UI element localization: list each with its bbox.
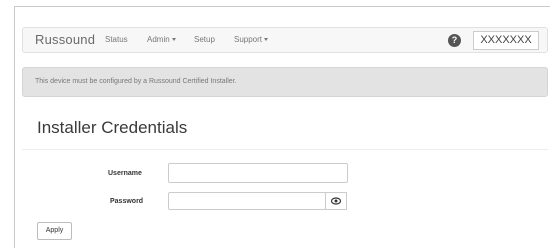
nav-status-label: Status [105,35,128,44]
help-icon[interactable]: ? [448,34,461,47]
nav-admin-dropdown[interactable]: Admin [147,35,176,44]
nav-support-dropdown[interactable]: Support [234,35,269,44]
nav-support-label: Support [234,35,263,44]
password-field[interactable] [168,192,326,210]
nav-setup[interactable]: Setup [194,35,215,44]
nav-setup-label: Setup [194,35,215,44]
page-title: Installer Credentials [37,118,188,137]
chevron-down-icon [171,38,176,42]
divider [22,149,548,150]
password-label: Password [110,198,144,205]
nav-status[interactable]: Status [105,35,128,44]
nav-admin-label: Admin [147,35,170,44]
eye-icon [330,197,342,205]
apply-button[interactable]: Apply [37,222,72,240]
username-field[interactable] [168,163,348,183]
navbar: Russound Status Admin Setup Support ? XX… [22,27,548,53]
chevron-down-icon [264,38,269,42]
brand-logo[interactable]: Russound [35,32,95,47]
device-name-field[interactable]: XXXXXXX [473,31,539,50]
show-password-button[interactable] [325,192,347,210]
username-label: Username [108,170,142,177]
installer-alert: This device must be configured by a Russ… [22,67,548,97]
alert-text: This device must be configured by a Russ… [35,78,237,85]
